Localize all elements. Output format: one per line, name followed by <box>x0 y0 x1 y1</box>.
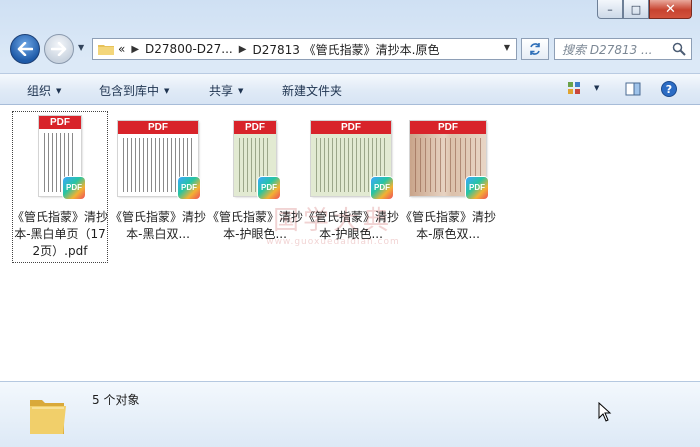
chevron-down-icon: ▼ <box>238 87 244 95</box>
file-item[interactable]: PDF PDF 《管氏指蒙》清抄本-护眼色... <box>207 111 303 241</box>
breadcrumb-overflow[interactable]: « <box>118 42 125 56</box>
breadcrumb-separator-icon[interactable]: ▶ <box>239 44 247 55</box>
file-item[interactable]: PDF PDF 《管氏指蒙》清抄本-黑白单页（172页）.pdf <box>12 111 108 263</box>
view-options-dropdown-icon[interactable]: ▼ <box>594 84 599 92</box>
breadcrumb-separator-icon[interactable]: ▶ <box>131 44 139 55</box>
folder-icon <box>30 400 66 434</box>
new-folder-button[interactable]: 新建文件夹 <box>282 82 342 99</box>
file-name: 《管氏指蒙》清抄本-黑白双... <box>110 210 207 241</box>
search-placeholder: 搜索 D27813 ... <box>562 42 653 57</box>
window-caption-buttons: – □ ✕ <box>597 0 692 20</box>
file-name: 《管氏指蒙》清抄本-原色双... <box>400 210 497 241</box>
include-in-library-menu[interactable]: 包含到库中 ▼ <box>99 82 169 99</box>
pdf-band: PDF <box>234 121 276 134</box>
file-name: 《管氏指蒙》清抄本-黑白单页（172页）.pdf <box>12 210 109 258</box>
forward-button[interactable] <box>44 34 74 64</box>
file-item[interactable]: PDF PDF 《管氏指蒙》清抄本-护眼色... <box>303 111 399 241</box>
file-item[interactable]: PDF PDF 《管氏指蒙》清抄本-黑白双... <box>110 111 206 241</box>
chevron-down-icon: ▼ <box>56 87 62 95</box>
pdf-thumbnail: PDF PDF <box>303 111 399 203</box>
file-name: 《管氏指蒙》清抄本-护眼色... <box>207 210 304 241</box>
preview-pane-icon[interactable] <box>624 80 642 98</box>
refresh-button[interactable] <box>521 38 549 60</box>
search-input[interactable]: 搜索 D27813 ... <box>554 38 692 60</box>
svg-text:?: ? <box>666 83 672 96</box>
address-bar[interactable]: « ▶ D27800-D27... ▶ D27813 《管氏指蒙》清抄本.原色 … <box>92 38 517 60</box>
breadcrumb-current[interactable]: D27813 《管氏指蒙》清抄本.原色 <box>252 41 439 58</box>
minimize-button[interactable]: – <box>597 0 623 19</box>
back-button[interactable] <box>10 34 40 64</box>
pdf-band: PDF <box>311 121 391 134</box>
address-dropdown-icon[interactable]: ▼ <box>504 43 510 52</box>
view-options-icon[interactable] <box>566 80 584 98</box>
share-label: 共享 <box>209 84 234 98</box>
include-in-library-label: 包含到库中 <box>99 84 160 98</box>
chevron-down-icon: ▼ <box>164 87 170 95</box>
back-arrow-icon <box>17 42 33 56</box>
pdf-band: PDF <box>410 121 486 134</box>
pdf-badge-icon: PDF <box>63 177 85 199</box>
forward-arrow-icon <box>51 42 67 56</box>
pdf-thumbnail: PDF PDF <box>12 111 108 203</box>
details-pane: 5 个对象 <box>0 381 700 447</box>
navigation-bar: ▼ « ▶ D27800-D27... ▶ D27813 《管氏指蒙》清抄本.原… <box>8 34 692 66</box>
share-menu[interactable]: 共享 ▼ <box>209 82 243 99</box>
file-list: 国学大典 www.guoxuedaidian.com PDF PDF 《管氏指蒙… <box>0 105 700 381</box>
search-icon <box>672 42 686 56</box>
recent-pages-dropdown[interactable]: ▼ <box>78 43 88 55</box>
pdf-thumbnail: PDF PDF <box>400 111 496 203</box>
pdf-badge-icon: PDF <box>258 177 280 199</box>
pdf-band: PDF <box>39 116 81 129</box>
file-item[interactable]: PDF PDF 《管氏指蒙》清抄本-原色双... <box>400 111 496 241</box>
command-bar: 组织 ▼ 包含到库中 ▼ 共享 ▼ 新建文件夹 ▼ ? <box>0 73 700 105</box>
help-icon[interactable]: ? <box>660 80 678 98</box>
pdf-badge-icon: PDF <box>371 177 393 199</box>
pdf-badge-icon: PDF <box>466 177 488 199</box>
pdf-badge-icon: PDF <box>178 177 200 199</box>
folder-icon <box>98 45 114 55</box>
maximize-button[interactable]: □ <box>623 0 649 19</box>
close-button[interactable]: ✕ <box>649 0 692 19</box>
organize-label: 组织 <box>27 84 52 98</box>
breadcrumb-parent[interactable]: D27800-D27... <box>145 42 233 56</box>
pdf-thumbnail: PDF PDF <box>110 111 206 203</box>
refresh-icon <box>530 43 540 55</box>
mouse-cursor-icon <box>598 402 612 422</box>
pdf-thumbnail: PDF PDF <box>207 111 303 203</box>
pdf-band: PDF <box>118 121 198 134</box>
item-count: 5 个对象 <box>92 393 140 407</box>
organize-menu[interactable]: 组织 ▼ <box>27 82 61 99</box>
explorer-window: – □ ✕ ▼ « ▶ D27800-D27... ▶ D27813 《管氏指蒙… <box>0 0 700 447</box>
file-name: 《管氏指蒙》清抄本-护眼色... <box>303 210 400 241</box>
